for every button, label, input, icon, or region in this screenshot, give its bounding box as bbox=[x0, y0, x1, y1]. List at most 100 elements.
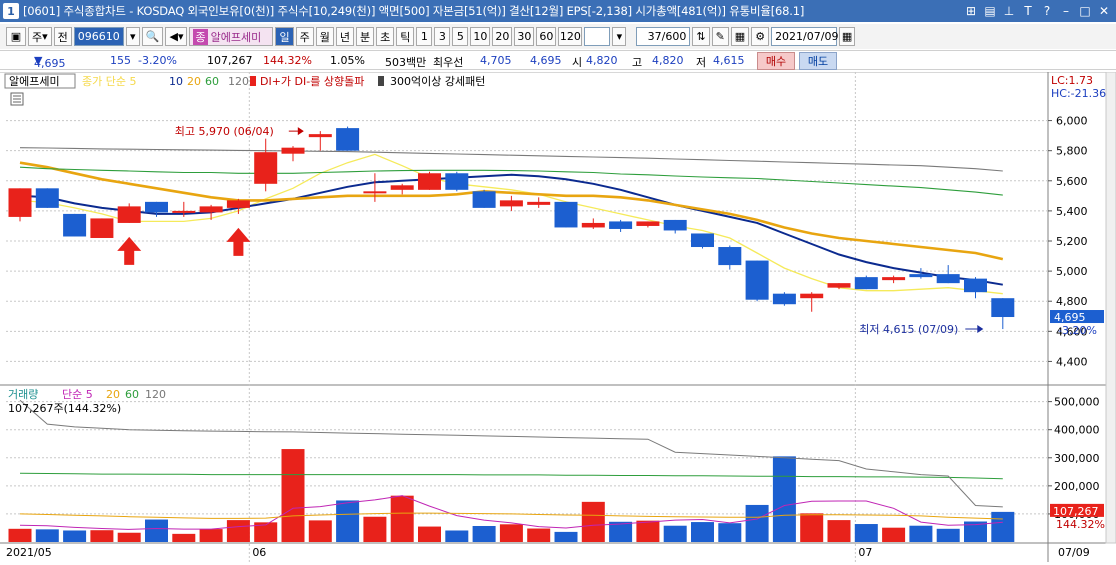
volume-bar bbox=[691, 522, 714, 542]
search-icon[interactable]: 🔍 bbox=[141, 27, 164, 46]
list-icon[interactable]: ▤ bbox=[982, 2, 998, 19]
quote-low-label: 저 bbox=[696, 56, 707, 69]
quote-volume-pct: 144.32% bbox=[263, 54, 312, 67]
candle-body bbox=[609, 221, 633, 229]
candle-body bbox=[527, 201, 551, 205]
period-tick-button[interactable]: 틱 bbox=[396, 27, 415, 46]
high-annotation: 최고 5,970 (06/04) bbox=[175, 125, 274, 138]
candle-body bbox=[390, 185, 414, 190]
volume-bar bbox=[145, 519, 168, 542]
candle-body bbox=[745, 260, 769, 300]
interval-button[interactable]: 20 bbox=[492, 27, 513, 46]
quote-amount: 503백만 bbox=[385, 56, 427, 69]
date-input[interactable]: 2021/07/09 bbox=[771, 27, 838, 46]
interval-custom-input[interactable] bbox=[584, 27, 611, 46]
candle-body bbox=[445, 173, 469, 190]
volume-legend-ma20: 20 bbox=[106, 388, 120, 401]
period-year-button[interactable]: 년 bbox=[335, 27, 354, 46]
chart-background bbox=[0, 72, 1048, 562]
price-tick-label: 5,200 bbox=[1056, 235, 1088, 248]
quote-best-bid: 4,695 bbox=[530, 54, 562, 67]
volume-bar bbox=[581, 501, 605, 542]
volume-legend-ma: 단순 5 bbox=[62, 388, 93, 401]
volume-tick-label: 300,000 bbox=[1054, 452, 1100, 465]
candle-body bbox=[581, 222, 605, 228]
quote-change: 155 bbox=[110, 54, 131, 67]
legend-ma120: 120 bbox=[228, 75, 249, 88]
legend-ma60: 60 bbox=[205, 75, 219, 88]
minimize-icon[interactable]: – bbox=[1058, 2, 1074, 19]
interval-button[interactable]: 30 bbox=[514, 27, 535, 46]
candle-body bbox=[145, 201, 168, 213]
interval-button[interactable]: 3 bbox=[434, 27, 451, 46]
grid-icon[interactable]: ▦ bbox=[730, 27, 750, 46]
draw-icon[interactable]: ✎ bbox=[711, 27, 729, 46]
legend-ma-label: 종가 단순 5 bbox=[82, 75, 136, 88]
quote-best-label: 최우선 bbox=[433, 56, 464, 69]
buy-button[interactable]: 매수 bbox=[757, 52, 795, 70]
period-sec-button[interactable]: 초 bbox=[376, 27, 395, 46]
close-icon[interactable]: ✕ bbox=[1096, 2, 1112, 19]
volume-bar bbox=[499, 524, 523, 542]
interval-button[interactable]: 1 bbox=[416, 27, 433, 46]
price-tick-label: 5,600 bbox=[1056, 175, 1088, 188]
chart-type-icon[interactable]: ▣ bbox=[6, 27, 26, 46]
volume-bar bbox=[418, 526, 441, 542]
interval-dropdown-icon[interactable]: ▾ bbox=[612, 27, 627, 46]
gear-icon[interactable]: ⚙ bbox=[751, 27, 770, 46]
candle-body bbox=[636, 221, 660, 226]
window-title: [0601] 주식종합차트 - KOSDAQ 외국인보유[0(천)] 주식수[1… bbox=[23, 4, 805, 18]
quote-change-pct: -3.20% bbox=[138, 54, 177, 67]
candle-body bbox=[336, 128, 360, 151]
candle-body bbox=[281, 147, 305, 154]
tool-icon[interactable]: ⇅ bbox=[692, 27, 710, 46]
help-icon[interactable]: ? bbox=[1039, 2, 1055, 19]
quote-turnover: 1.05% bbox=[330, 54, 365, 67]
candle-body bbox=[554, 201, 578, 228]
candle-body bbox=[8, 188, 32, 217]
period-month-button[interactable]: 월 bbox=[315, 27, 334, 46]
legend-signal: DI+가 DI-를 상향돌파 bbox=[260, 75, 364, 88]
main-select[interactable]: 주 ▾ bbox=[28, 27, 52, 46]
layout-icon[interactable]: ⊞ bbox=[963, 2, 979, 19]
sell-button[interactable]: 매도 bbox=[799, 52, 837, 70]
interval-button[interactable]: 10 bbox=[470, 27, 491, 46]
legend-ma20: 20 bbox=[187, 75, 201, 88]
stock-name-field[interactable]: 종 알에프세미 bbox=[189, 27, 274, 46]
count-input[interactable]: 37/600 bbox=[636, 27, 691, 46]
prev-button[interactable]: 전 bbox=[53, 27, 72, 46]
candle-body bbox=[499, 200, 523, 207]
maximize-icon[interactable]: □ bbox=[1077, 2, 1093, 19]
price-tick-label: 5,800 bbox=[1056, 145, 1088, 158]
quote-low: 4,615 bbox=[713, 54, 745, 67]
stock-code-input[interactable]: 096610 bbox=[73, 27, 124, 46]
quote-best-ask: 4,705 bbox=[480, 54, 512, 67]
volume-bar bbox=[936, 528, 960, 542]
stock-chart[interactable]: 4,4004,6004,8005,0005,2005,4005,6005,800… bbox=[0, 71, 1116, 562]
quote-open: 4,820 bbox=[586, 54, 618, 67]
code-dropdown-icon[interactable]: ▾ bbox=[125, 27, 140, 46]
interval-button[interactable]: 60 bbox=[536, 27, 557, 46]
sound-icon[interactable]: ◀▾ bbox=[165, 27, 188, 46]
interval-button[interactable]: 120 bbox=[558, 27, 583, 46]
legend-pattern-marker-icon bbox=[378, 76, 384, 86]
period-day-button[interactable]: 일 bbox=[275, 27, 294, 46]
candle-body bbox=[800, 293, 824, 299]
period-min-button[interactable]: 분 bbox=[355, 27, 375, 46]
stock-name-marker-icon: 종 bbox=[193, 28, 208, 45]
period-week-button[interactable]: 주 bbox=[295, 27, 314, 46]
last-volume-pct: 144.32% bbox=[1056, 518, 1105, 531]
candle-body bbox=[854, 277, 878, 290]
volume-bar bbox=[472, 525, 496, 542]
price-tick-label: 4,800 bbox=[1056, 295, 1088, 308]
candle-body bbox=[35, 188, 59, 208]
candle-body bbox=[909, 274, 933, 278]
volume-bar bbox=[663, 525, 687, 542]
font-icon[interactable]: T bbox=[1020, 2, 1036, 19]
calendar-icon[interactable]: ▦ bbox=[839, 27, 856, 46]
pin-icon[interactable]: ⊥ bbox=[1001, 2, 1017, 19]
volume-bar bbox=[336, 500, 360, 542]
interval-button[interactable]: 5 bbox=[452, 27, 469, 46]
chart-area[interactable]: 4,400 4,600 4,800 5,000 5,200 5,400 5,600 5,800… bbox=[0, 71, 1116, 562]
volume-bar bbox=[281, 449, 305, 542]
